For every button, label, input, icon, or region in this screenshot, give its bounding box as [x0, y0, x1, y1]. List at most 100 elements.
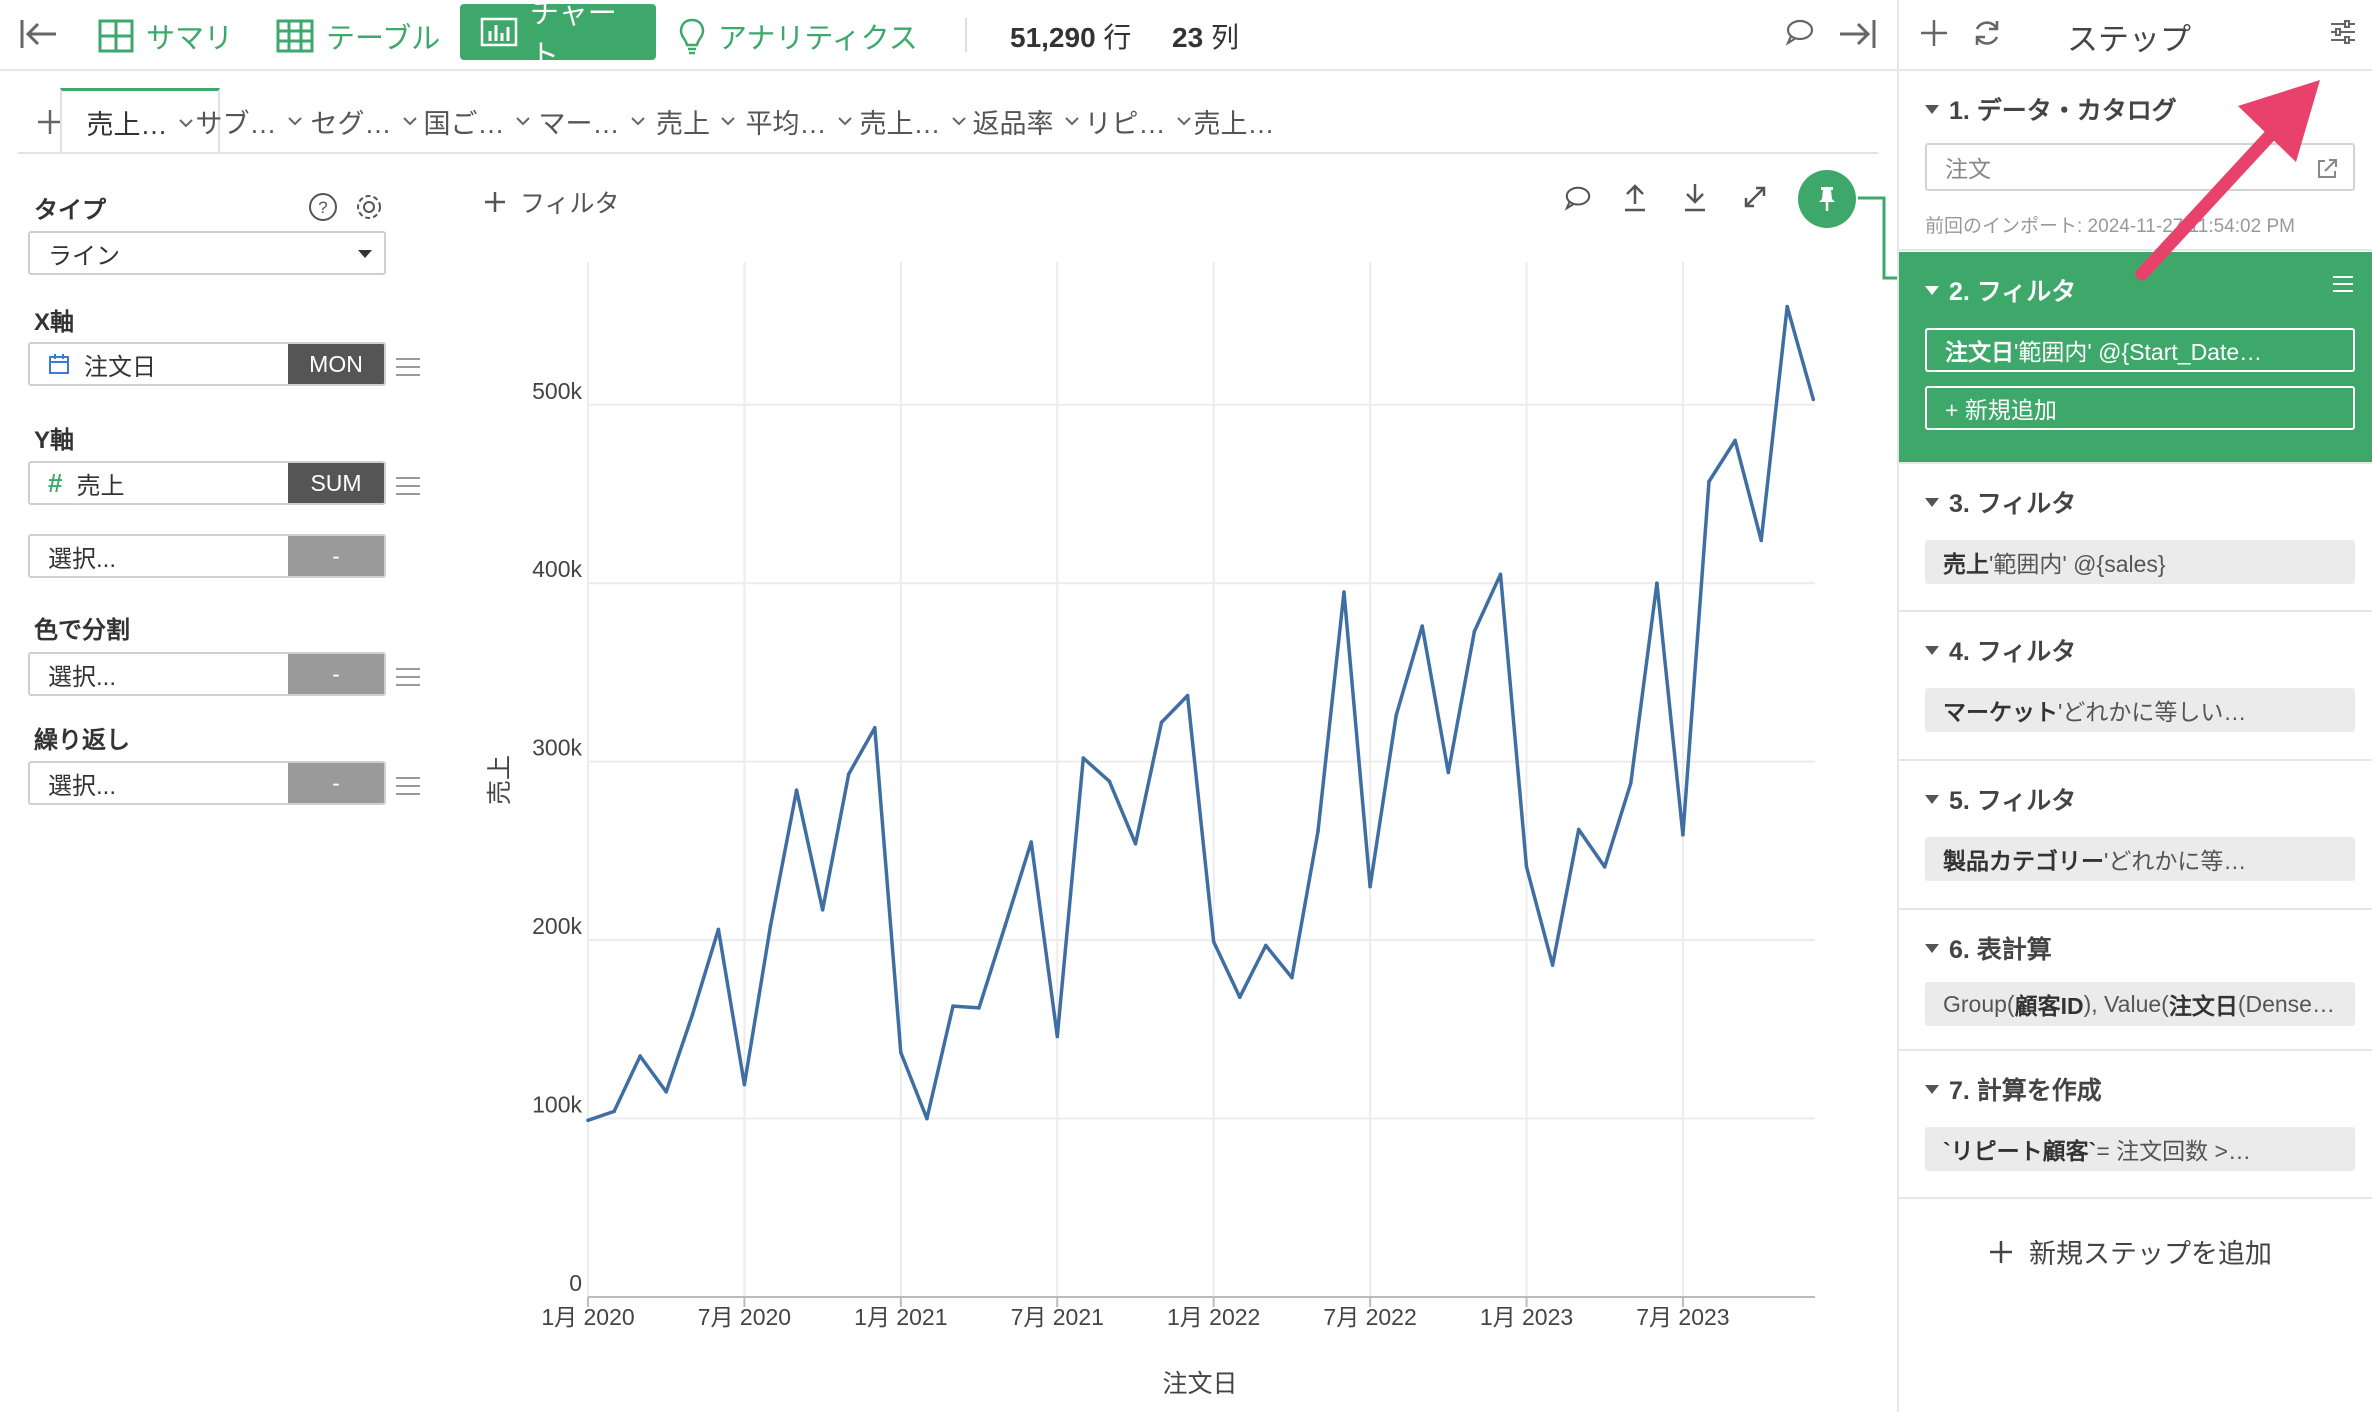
data-point	[1733, 438, 1737, 443]
chart-tab-7[interactable]: 平均…	[742, 88, 856, 152]
collapse-icon[interactable]	[1925, 794, 1939, 804]
pin-button[interactable]	[1798, 170, 1856, 228]
y-axis-aggregation[interactable]: SUM	[288, 463, 384, 503]
chart-tab-6[interactable]: 売上	[650, 88, 742, 152]
add-new-step-button[interactable]: 新規ステップを追加	[1989, 1232, 2272, 1271]
step-6-expression[interactable]: Group(顧客ID), Value(注文日 (Dense…	[1925, 982, 2355, 1026]
chevron-down-icon[interactable]	[1176, 116, 1192, 126]
chart-type-value: ライン	[48, 242, 120, 270]
x-axis-field-name: 注文日	[84, 353, 156, 381]
chart-tab-9[interactable]: 返品率	[970, 88, 1082, 152]
collapse-icon[interactable]	[1925, 943, 1939, 953]
collapse-icon[interactable]	[1925, 285, 1939, 295]
table-tab-button[interactable]: テーブル	[276, 12, 440, 60]
data-point	[742, 1082, 747, 1087]
add-filter-button[interactable]: フィルタ	[484, 184, 620, 220]
x-axis-field[interactable]: 注文日 MON	[28, 342, 386, 386]
chart-tab-2[interactable]: サブ…	[190, 88, 308, 152]
chevron-down-icon[interactable]	[630, 116, 646, 126]
data-point	[1655, 581, 1659, 585]
chevron-down-icon[interactable]	[402, 116, 418, 126]
step-5-condition-field: 製品カテゴリー	[1943, 848, 2104, 874]
color-split-field[interactable]: 選択... -	[28, 652, 386, 696]
collapse-icon[interactable]	[1925, 645, 1939, 655]
toolbar-divider	[965, 18, 967, 52]
y-axis-add-field[interactable]: 選択... -	[28, 534, 386, 578]
chart-tab-5[interactable]: マー…	[534, 88, 650, 152]
gear-icon[interactable]	[354, 192, 384, 222]
chart-tab-4[interactable]: 国ご…	[420, 88, 534, 152]
repeat-menu-icon[interactable]	[396, 777, 420, 801]
chart-type-select[interactable]: ライン	[28, 231, 386, 275]
step-3-condition-field: 売上	[1943, 551, 1989, 577]
step-3-filter[interactable]: 3. フィルタ 売上 '範囲内' @{sales}	[1899, 464, 2372, 612]
summary-tab-button[interactable]: サマリ	[98, 12, 233, 60]
chevron-down-icon[interactable]	[837, 116, 853, 126]
step-5-filter[interactable]: 5. フィルタ 製品カテゴリー 'どれかに等…	[1899, 761, 2372, 910]
step-4-filter[interactable]: 4. フィルタ マーケット 'どれかに等しい…	[1899, 612, 2372, 761]
repeat-field[interactable]: 選択... -	[28, 761, 386, 805]
collapse-icon[interactable]	[1925, 104, 1939, 114]
lightbulb-icon	[679, 18, 705, 55]
upload-icon[interactable]	[1622, 182, 1648, 212]
data-point	[1811, 397, 1816, 402]
data-point	[1446, 770, 1451, 775]
data-point	[1081, 756, 1086, 760]
add-condition-button[interactable]: + 新規追加	[1925, 386, 2355, 430]
step-6-table-calc[interactable]: 6. 表計算 Group(顧客ID), Value(注文日 (Dense…	[1899, 910, 2372, 1051]
chart-tab-label: サブ…	[195, 108, 277, 139]
chevron-down-icon[interactable]	[515, 116, 531, 126]
data-point	[1290, 975, 1294, 980]
expand-icon[interactable]	[1742, 184, 1768, 210]
data-point	[664, 1090, 668, 1094]
line-chart: 1月 2020 7月 2020 1月 2021 7月 2021 1月 2022 7月 20…	[460, 250, 1860, 1400]
color-split-menu-icon[interactable]	[396, 668, 420, 692]
step-7-expression[interactable]: `リピート顧客` = 注文回数 >…	[1925, 1127, 2355, 1171]
chart-comment-icon[interactable]	[1564, 184, 1592, 212]
y-tick-label: 0	[569, 1270, 582, 1296]
y-axis-menu-icon[interactable]	[396, 477, 420, 501]
analytics-tab-button[interactable]: アナリティクス	[678, 12, 918, 60]
comment-icon[interactable]	[1785, 17, 1815, 47]
step-4-condition-text: 'どれかに等しい…	[2058, 699, 2247, 725]
chevron-down-icon[interactable]	[951, 116, 967, 126]
collapse-icon[interactable]	[1925, 1084, 1939, 1094]
collapse-left-icon[interactable]	[18, 16, 58, 52]
collapse-right-icon[interactable]	[1838, 16, 1878, 52]
settings-sliders-icon[interactable]	[2327, 16, 2359, 48]
step-3-condition[interactable]: 売上 '範囲内' @{sales}	[1925, 540, 2355, 584]
calendar-icon	[49, 354, 69, 374]
data-point	[1472, 629, 1477, 634]
data-point	[1576, 827, 1581, 832]
x-axis-label: X軸	[34, 309, 75, 336]
chevron-down-icon[interactable]	[720, 116, 736, 126]
chart-tab-8[interactable]: 売上…	[856, 88, 970, 152]
chart-tab-3[interactable]: セグ…	[308, 88, 420, 152]
x-tick-label: 1月 2020	[541, 1304, 634, 1330]
step-4-condition-field: マーケット	[1943, 699, 2058, 725]
chart-tab-11[interactable]: 売上…	[1194, 88, 1275, 152]
step-6-expression-mid: ), Value(	[2083, 990, 2169, 1017]
step-4-condition[interactable]: マーケット 'どれかに等しい…	[1925, 688, 2355, 732]
data-point	[612, 1109, 616, 1114]
x-axis-menu-icon[interactable]	[396, 358, 420, 382]
chevron-down-icon[interactable]	[1064, 116, 1080, 126]
data-point	[1264, 943, 1268, 948]
y-axis-field[interactable]: # 売上 SUM	[28, 461, 386, 505]
collapse-icon[interactable]	[1925, 497, 1939, 507]
step-5-condition[interactable]: 製品カテゴリー 'どれかに等…	[1925, 837, 2355, 881]
x-axis-aggregation[interactable]: MON	[288, 344, 384, 384]
download-icon[interactable]	[1682, 182, 1708, 212]
add-step-icon[interactable]	[1919, 18, 1949, 48]
step-7-create-calc[interactable]: 7. 計算を作成 `リピート顧客` = 注文回数 >…	[1899, 1051, 2372, 1199]
data-point	[1055, 1034, 1060, 1039]
data-point	[1316, 829, 1320, 834]
chevron-down-icon[interactable]	[287, 116, 303, 126]
help-icon[interactable]: ?	[308, 192, 338, 222]
step-2-condition[interactable]: 注文日 '範囲内' @{Start_Date…	[1925, 328, 2355, 372]
refresh-icon[interactable]	[1971, 17, 2003, 49]
chart-tab-label: 売上…	[86, 110, 168, 140]
chart-tab-10[interactable]: リピ…	[1082, 88, 1194, 152]
chart-tab-button[interactable]: チャート	[460, 0, 656, 72]
row-count: 51,290 行	[1010, 16, 1131, 56]
